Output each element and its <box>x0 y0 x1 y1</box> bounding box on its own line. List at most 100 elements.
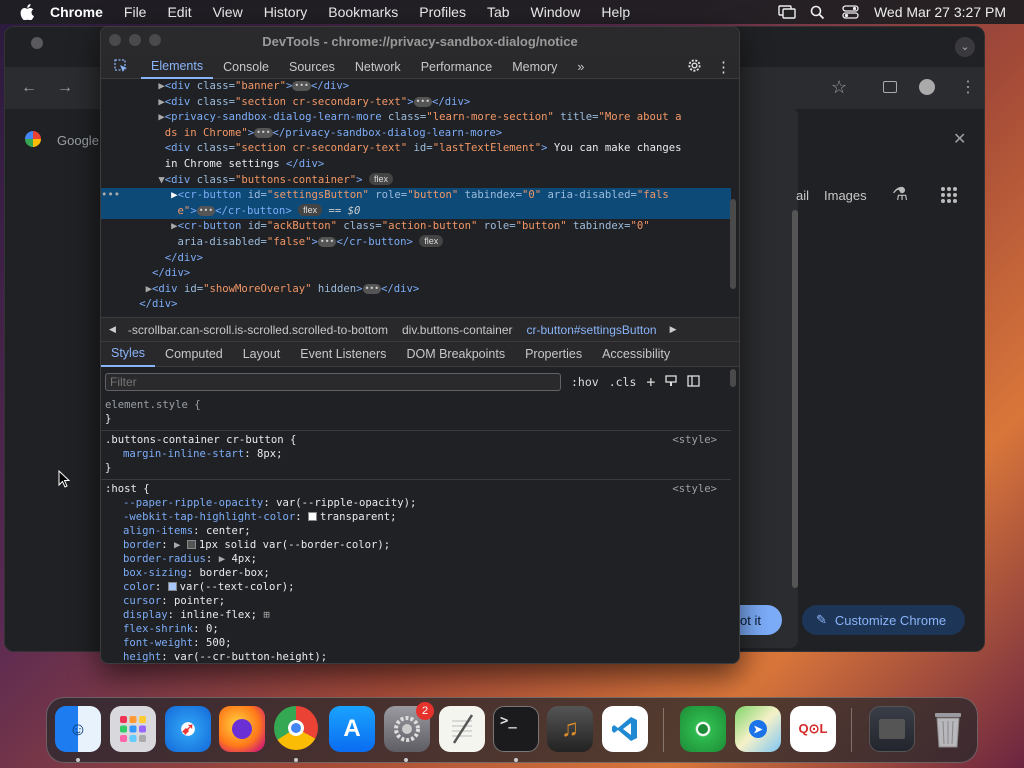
firefox-icon[interactable] <box>219 706 265 752</box>
customize-chrome-button[interactable]: ✎ Customize Chrome <box>802 605 965 635</box>
dom-node-ack-button[interactable]: ▶<cr-button id="ackButton" class="action… <box>101 219 731 235</box>
css-property[interactable]: cursor: pointer; <box>105 594 731 608</box>
dom-node-settings-button-selected[interactable]: ••• ▶<cr-button id="settingsButton" role… <box>101 188 731 204</box>
menu-edit[interactable]: Edit <box>167 4 191 20</box>
got-it-button[interactable]: ot it <box>738 605 782 635</box>
bookmark-star-icon[interactable]: ☆ <box>831 77 847 98</box>
tab-accessibility[interactable]: Accessibility <box>592 341 680 367</box>
vscode-icon[interactable] <box>602 706 648 752</box>
more-tabs-button[interactable]: » <box>567 55 594 79</box>
textedit-icon[interactable] <box>439 706 485 752</box>
profile-icon[interactable] <box>919 79 935 95</box>
tab-layout[interactable]: Layout <box>233 341 291 367</box>
style-rule-element-style[interactable]: element.style { } <box>101 396 731 431</box>
dom-node-learn-more-cont[interactable]: ds in Chrome"> ••• </privacy-sandbox-dialo… <box>101 126 731 142</box>
toggle-sidebar-icon[interactable] <box>687 374 701 390</box>
customize-devtools-menu-icon[interactable]: ⋮ <box>716 58 731 76</box>
more-menu-icon[interactable]: ⋮ <box>960 77 976 97</box>
breadcrumb-item-current[interactable]: cr-button#settingsButton <box>520 323 664 337</box>
close-window-button[interactable] <box>109 34 121 46</box>
css-property[interactable]: --paper-ripple-opacity: var(--ripple-opa… <box>105 496 731 510</box>
side-panel-icon[interactable] <box>883 81 897 93</box>
inspect-element-icon[interactable] <box>101 55 141 79</box>
color-swatch[interactable] <box>307 512 317 521</box>
elements-scrollbar[interactable] <box>730 199 736 289</box>
app-store-icon[interactable]: A <box>329 706 375 752</box>
settings-gear-icon[interactable] <box>687 58 702 76</box>
spotlight-search-icon[interactable] <box>810 5 826 20</box>
menu-view[interactable]: View <box>213 4 243 20</box>
garageband-icon[interactable]: ♫ <box>547 706 593 752</box>
back-icon[interactable]: ← <box>21 79 37 97</box>
styles-filter-input[interactable] <box>105 373 561 391</box>
dialog-scrollbar[interactable] <box>792 210 798 588</box>
forward-icon[interactable]: → <box>57 79 73 97</box>
tab-sources[interactable]: Sources <box>279 55 345 79</box>
minimize-window-button[interactable] <box>129 34 141 46</box>
menu-history[interactable]: History <box>264 4 308 20</box>
menu-window[interactable]: Window <box>531 4 581 20</box>
launchpad-icon[interactable] <box>110 706 156 752</box>
find-my-icon[interactable] <box>680 706 726 752</box>
dom-node-buttons-container[interactable]: ▼<div class="buttons-container"> flex <box>101 172 731 189</box>
style-rule-host[interactable]: :host { <style> --paper-ripple-opacity: … <box>101 480 731 663</box>
flexbox-editor-icon[interactable]: ⊞ <box>263 609 269 621</box>
color-swatch[interactable] <box>167 582 177 591</box>
dom-node-close-div[interactable]: </div> <box>101 297 731 313</box>
gmail-link[interactable]: ail <box>796 188 809 203</box>
tab-search-icon[interactable]: ⌄ <box>955 37 975 57</box>
finder-icon[interactable]: ☺ <box>55 706 101 752</box>
chrome-icon[interactable] <box>274 706 318 750</box>
safari-icon[interactable]: ➹ <box>165 706 211 752</box>
breadcrumb-item[interactable]: -scrollbar.can-scroll.is-scrolled.scroll… <box>121 323 395 337</box>
tab-console[interactable]: Console <box>213 55 279 79</box>
apple-menu-icon[interactable] <box>20 4 36 20</box>
close-window-icon[interactable] <box>31 37 43 49</box>
close-icon[interactable]: ✕ <box>953 129 966 149</box>
css-property[interactable]: display: inline-flex; ⊞ <box>105 608 731 622</box>
menubar-clock[interactable]: Wed Mar 27 3:27 PM <box>874 4 1006 20</box>
tab-memory[interactable]: Memory <box>502 55 567 79</box>
google-tab-label[interactable]: Google <box>57 133 99 148</box>
styles-scrollbar[interactable] <box>730 369 736 387</box>
flex-badge[interactable]: flex <box>298 203 323 216</box>
labs-flask-icon[interactable]: ⚗ <box>892 184 908 205</box>
system-settings-icon[interactable]: 2 <box>384 702 434 752</box>
css-property[interactable]: color: var(--text-color); <box>105 580 731 594</box>
rule-source-link[interactable]: <style> <box>672 482 717 496</box>
dom-node-learn-more[interactable]: ▶<privacy-sandbox-dialog-learn-more clas… <box>101 110 731 126</box>
rule-source-link[interactable]: <style> <box>672 433 717 447</box>
tab-performance[interactable]: Performance <box>411 55 503 79</box>
hover-state-toggle[interactable]: :hov <box>571 375 599 389</box>
flex-badge[interactable]: flex <box>419 234 444 247</box>
apps-grid-icon[interactable] <box>940 186 958 207</box>
tab-computed[interactable]: Computed <box>155 341 233 367</box>
dom-node-close-div[interactable]: </div> <box>101 251 731 267</box>
css-property[interactable]: align-items: center; <box>105 524 731 538</box>
css-property[interactable]: margin-inline-start: 8px; <box>105 447 731 461</box>
tab-network[interactable]: Network <box>345 55 411 79</box>
screen-mirroring-icon[interactable] <box>778 5 796 19</box>
dom-node-close-div[interactable]: </div> <box>101 266 731 282</box>
class-toggle[interactable]: .cls <box>609 375 637 389</box>
dom-node-section[interactable]: ▶<div class="section cr-secondary-text">… <box>101 95 731 111</box>
tab-styles[interactable]: Styles <box>101 341 156 367</box>
elements-dom-tree[interactable]: ▶<div class="banner"> ••• </div> ▶<div cla… <box>101 79 731 317</box>
menu-bookmarks[interactable]: Bookmarks <box>328 4 398 20</box>
dom-node-last-text-cont[interactable]: in Chrome settings </div> <box>101 157 731 173</box>
dom-node-last-text[interactable]: <div class="section cr-secondary-text" i… <box>101 141 731 157</box>
css-property[interactable]: box-sizing: border-box; <box>105 566 731 580</box>
control-center-icon[interactable] <box>842 5 859 19</box>
dom-node-banner[interactable]: ▶<div class="banner"> ••• </div> <box>101 79 731 95</box>
dom-node-show-more-overlay[interactable]: ▶<div id="showMoreOverlay" hidden> ••• </d… <box>101 282 731 298</box>
zoom-window-button[interactable] <box>149 34 161 46</box>
css-property[interactable]: height: var(--cr-button-height); <box>105 650 731 663</box>
breadcrumb-right-arrow-icon[interactable]: ▶ <box>664 324 683 335</box>
menu-file[interactable]: File <box>124 4 147 20</box>
flex-badge[interactable]: flex <box>368 172 393 185</box>
tab-dom-breakpoints[interactable]: DOM Breakpoints <box>396 341 515 367</box>
style-rule-buttons-container[interactable]: .buttons-container cr-button { <style> m… <box>101 431 731 480</box>
terminal-icon[interactable]: >_ <box>493 706 539 752</box>
css-property[interactable]: flex-shrink: 0; <box>105 622 731 636</box>
menu-profiles[interactable]: Profiles <box>419 4 466 20</box>
